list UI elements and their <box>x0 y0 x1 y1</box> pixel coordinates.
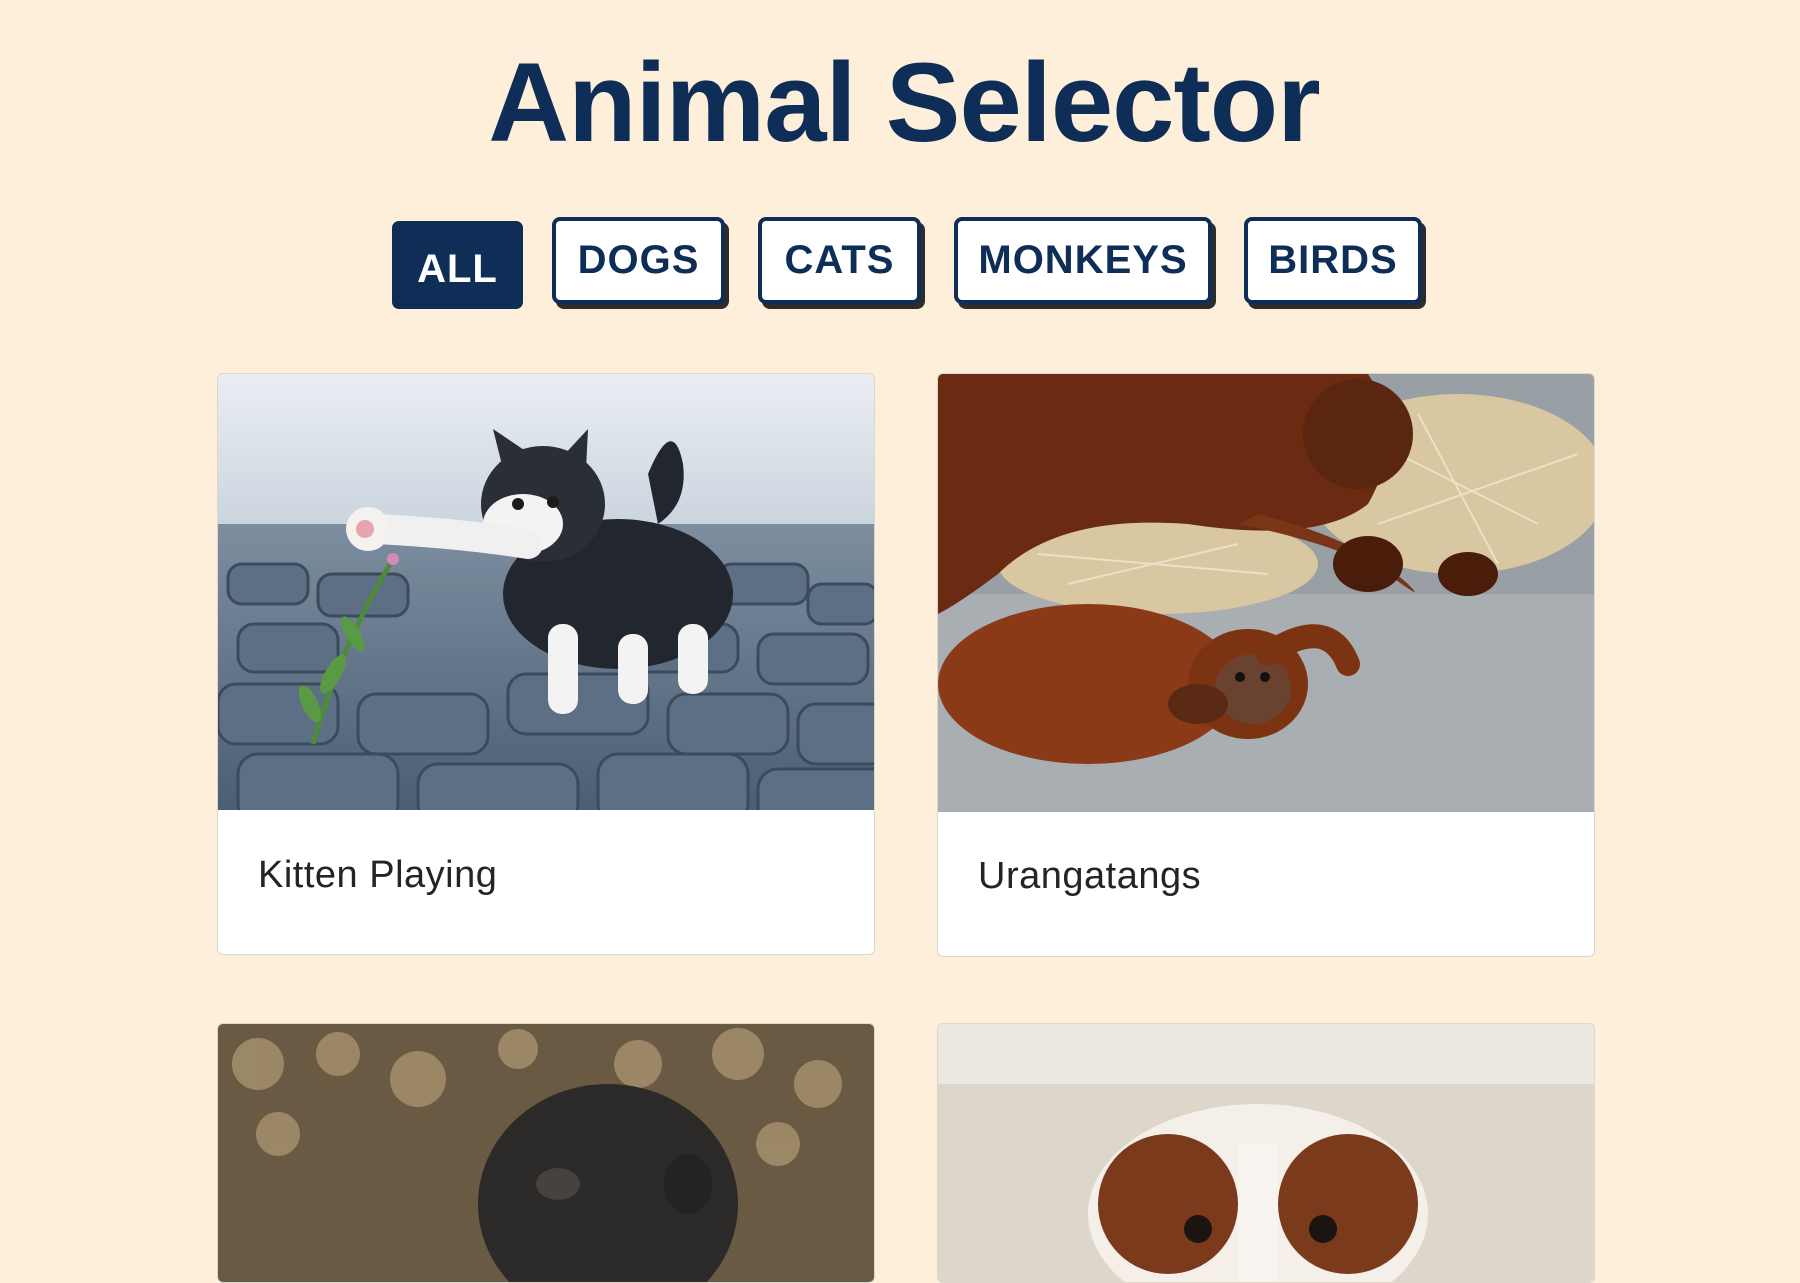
spaniel-dog-photo <box>938 1024 1594 1282</box>
page-title: Animal Selector <box>488 40 1321 165</box>
filter-all-button[interactable]: ALL <box>392 221 523 309</box>
filter-bar: ALL DOGS CATS MONKEYS BIRDS <box>0 217 1800 312</box>
animal-card-orangutans[interactable]: Urangatangs <box>937 373 1595 957</box>
animal-card-kitten[interactable]: Kitten Playing <box>217 373 875 955</box>
orangutan-photo <box>938 374 1594 812</box>
filter-monkeys-button[interactable]: MONKEYS <box>954 217 1212 304</box>
card-title: Urangatangs <box>978 855 1202 897</box>
animal-card-gorilla[interactable] <box>217 1023 875 1283</box>
card-title: Kitten Playing <box>258 854 498 896</box>
animal-card-dog[interactable] <box>937 1023 1595 1283</box>
filter-birds-button[interactable]: BIRDS <box>1244 217 1422 304</box>
filter-dogs-button[interactable]: DOGS <box>552 217 725 304</box>
gorilla-photo <box>218 1024 874 1282</box>
kitten-photo <box>218 374 874 810</box>
filter-cats-button[interactable]: CATS <box>758 217 921 304</box>
